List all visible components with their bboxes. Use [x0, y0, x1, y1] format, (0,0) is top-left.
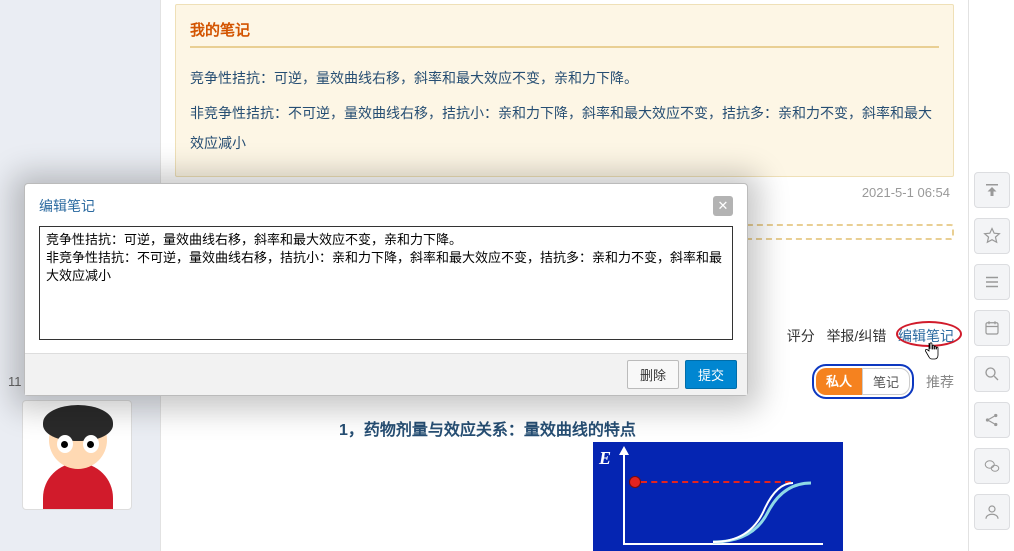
search-button[interactable] [974, 356, 1010, 392]
share-button[interactable] [974, 402, 1010, 438]
modal-body: 竞争性拮抗：可逆，量效曲线右移，斜率和最大效应不变，亲和力下降。 非竞争性拮抗：… [25, 226, 747, 353]
note-line: 竞争性拮抗：可逆，量效曲线右移，斜率和最大效应不变，亲和力下降。 [190, 64, 939, 93]
note-line: 非竞争性拮抗：不可逆，量效曲线右移，拮抗小：亲和力下降，斜率和最大效应不变，拮抗… [190, 99, 939, 158]
edit-note-modal: 编辑笔记 ✕ 竞争性拮抗：可逆，量效曲线右移，斜率和最大效应不变，亲和力下降。 … [24, 183, 748, 396]
notes-panel-content: 竞争性拮抗：可逆，量效曲线右移，斜率和最大效应不变，亲和力下降。 非竞争性拮抗：… [190, 64, 939, 158]
recommend-link[interactable]: 推荐 [926, 372, 954, 392]
note-textarea[interactable]: 竞争性拮抗：可逆，量效曲线右移，斜率和最大效应不变，亲和力下降。 非竞争性拮抗：… [39, 226, 733, 340]
list-button[interactable] [974, 264, 1010, 300]
dose-response-chart: E [593, 442, 843, 551]
tag-box[interactable]: 私人 笔记 [812, 364, 914, 399]
scroll-top-button[interactable] [974, 172, 1010, 208]
tag-private: 私人 [816, 368, 862, 395]
wechat-icon [983, 457, 1001, 475]
my-notes-panel: 我的笔记 竞争性拮抗：可逆，量效曲线右移，斜率和最大效应不变，亲和力下降。 非竞… [175, 4, 954, 177]
wechat-button[interactable] [974, 448, 1010, 484]
share-icon [983, 411, 1001, 429]
rate-link[interactable]: 评分 [787, 328, 815, 344]
modal-footer: 删除 提交 [25, 353, 747, 395]
profile-button[interactable] [974, 494, 1010, 530]
calendar-button[interactable] [974, 310, 1010, 346]
modal-title: 编辑笔记 [39, 196, 95, 216]
edit-note-link[interactable]: 编辑笔记 [898, 328, 954, 344]
modal-header: 编辑笔记 ✕ [25, 184, 747, 226]
arrow-top-icon [983, 181, 1001, 199]
report-link[interactable]: 举报/纠错 [826, 328, 886, 344]
delete-button[interactable]: 删除 [627, 360, 679, 389]
page-number: 11 [8, 374, 22, 389]
modal-close-button[interactable]: ✕ [713, 196, 733, 216]
avatar[interactable] [22, 400, 132, 510]
submit-button[interactable]: 提交 [685, 360, 737, 389]
list-icon [983, 273, 1001, 291]
search-icon [983, 365, 1001, 383]
tag-row: 私人 笔记 推荐 [812, 364, 954, 399]
favorite-button[interactable] [974, 218, 1010, 254]
right-toolbar [968, 0, 1014, 551]
section-heading: 1，药物剂量与效应关系：量效曲线的特点 [339, 416, 636, 440]
star-icon [983, 227, 1001, 245]
close-icon: ✕ [718, 198, 729, 214]
calendar-icon [983, 319, 1001, 337]
chart-curve [593, 442, 843, 551]
tag-note: 笔记 [862, 368, 910, 395]
notes-panel-title: 我的笔记 [190, 11, 939, 48]
user-icon [983, 503, 1001, 521]
post-actions: 评分 举报/纠错 编辑笔记 [787, 326, 954, 346]
